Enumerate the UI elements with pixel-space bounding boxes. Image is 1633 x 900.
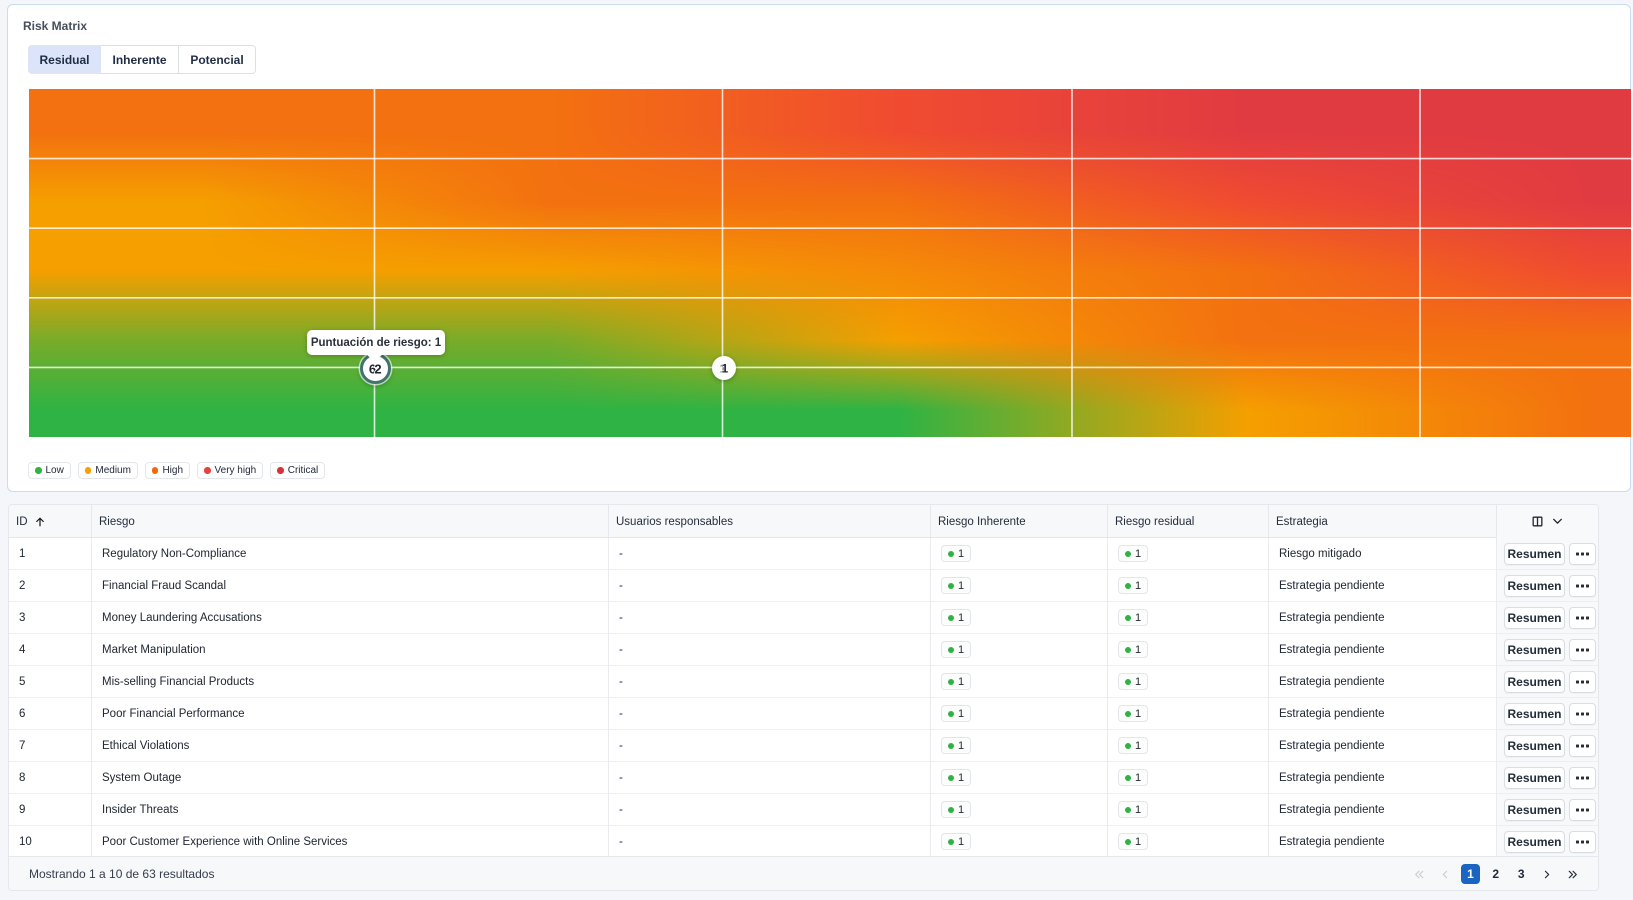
svg-text:2: 2 <box>374 362 381 377</box>
svg-text:1: 1 <box>721 362 728 376</box>
